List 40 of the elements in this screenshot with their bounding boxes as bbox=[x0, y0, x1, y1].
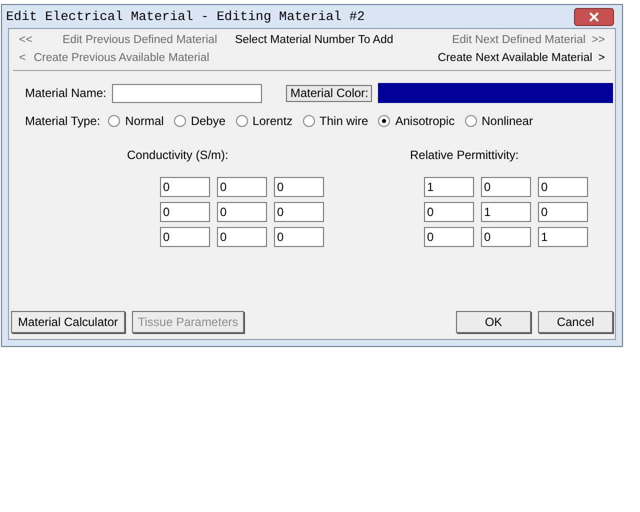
matrix-title: Relative Permittivity: bbox=[410, 147, 519, 164]
matrix-field[interactable]: 0 bbox=[274, 227, 324, 247]
radio-option[interactable]: Lorentz bbox=[236, 112, 293, 130]
matrix-field[interactable]: 0 bbox=[424, 202, 474, 222]
material-color-button[interactable]: Material Color: bbox=[286, 84, 372, 102]
matrix-field[interactable]: 1 bbox=[481, 202, 531, 222]
color-swatch[interactable] bbox=[378, 83, 613, 103]
field-label: Material Type: bbox=[25, 113, 100, 130]
radio-option[interactable]: Normal bbox=[108, 112, 164, 130]
window-title: Edit Electrical Material - Editing Material #2 bbox=[6, 8, 365, 26]
matrix-field[interactable]: 1 bbox=[424, 177, 474, 197]
matrix-field[interactable]: 0 bbox=[424, 227, 474, 247]
nav-link[interactable]: Select Material Number To Add bbox=[234, 32, 394, 50]
close-icon bbox=[589, 12, 599, 22]
matrix-field[interactable]: 0 bbox=[217, 202, 267, 222]
matrix-field[interactable]: 0 bbox=[538, 177, 588, 197]
dialog-button[interactable]: Cancel bbox=[538, 311, 613, 333]
matrix-field[interactable]: 0 bbox=[217, 177, 267, 197]
matrix-field[interactable]: 0 bbox=[274, 202, 324, 222]
matrix-field[interactable]: 0 bbox=[538, 202, 588, 222]
radio-option[interactable]: Debye bbox=[174, 112, 226, 130]
name-field[interactable] bbox=[112, 84, 262, 102]
radio-option[interactable]: Thin wire bbox=[302, 112, 368, 130]
dialog-button[interactable]: OK bbox=[456, 311, 531, 333]
matrix-field[interactable]: 0 bbox=[217, 227, 267, 247]
radio-option[interactable]: Anisotropic bbox=[378, 112, 455, 130]
nav-link[interactable]: Create Next Available Material bbox=[438, 50, 592, 68]
matrix-field[interactable]: 0 bbox=[160, 227, 210, 247]
field-label: Material Name: bbox=[25, 85, 106, 102]
matrix-field[interactable]: 0 bbox=[160, 202, 210, 222]
matrix-field[interactable]: 1 bbox=[538, 227, 588, 247]
matrix-field[interactable]: 0 bbox=[274, 177, 324, 197]
radio-option[interactable]: Nonlinear bbox=[464, 112, 533, 130]
matrix-title: Conductivity (S/m): bbox=[127, 147, 228, 164]
matrix-field[interactable]: 0 bbox=[160, 177, 210, 197]
dialog-button[interactable]: Material Calculator bbox=[11, 311, 125, 333]
arrow-link[interactable]: > bbox=[598, 50, 605, 68]
close-button[interactable] bbox=[574, 8, 614, 26]
matrix-field[interactable]: 0 bbox=[481, 227, 531, 247]
matrix-field[interactable]: 0 bbox=[481, 177, 531, 197]
